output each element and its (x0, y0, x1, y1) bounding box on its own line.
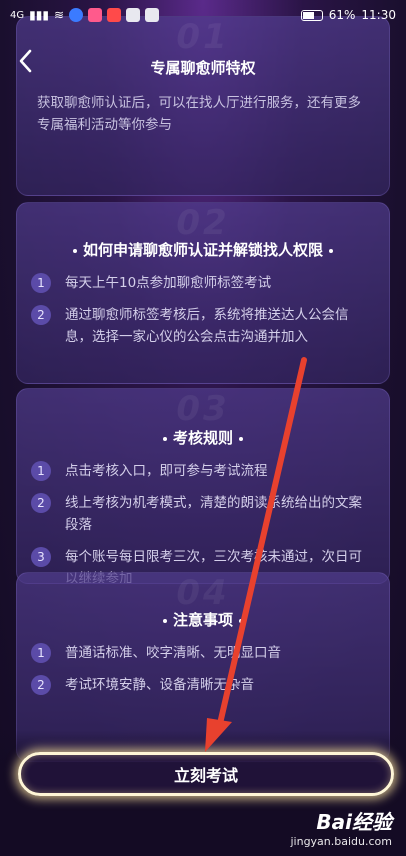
list-item: 2 通过聊愈师标签考核后，系统将推送达人公会信息，选择一家心仪的公会点击沟通并加… (31, 304, 373, 348)
start-exam-button[interactable]: 立刻考试 (18, 752, 394, 796)
card-title-text: 考核规则 (172, 429, 233, 447)
rule-list: 1 点击考核入口，即可参与考试流程 2 线上考核为机考模式，清楚的朗读系统给出的… (17, 460, 389, 583)
step-list: 1 每天上午10点参加聊愈师标签考试 2 通过聊愈师标签考核后，系统将推送达人公… (17, 272, 389, 348)
clock: 11:30 (361, 8, 396, 22)
title-dot-icon (329, 248, 333, 253)
card-title-text: 专属聊愈师特权 (150, 59, 256, 77)
list-item: 1 每天上午10点参加聊愈师标签考试 (31, 272, 373, 294)
card-title: 注意事项 (17, 609, 389, 630)
wifi-icon: ≋ (53, 8, 64, 22)
notification-app-icon (145, 8, 159, 22)
title-dot-icon (239, 436, 243, 441)
step-text: 通过聊愈师标签考核后，系统将推送达人公会信息，选择一家心仪的公会点击沟通并加入 (65, 307, 349, 345)
signal-bars-icon: ▮▮▮ (29, 8, 49, 22)
status-bar: 4G ▮▮▮ ≋ 61% 11:30 (0, 0, 406, 30)
notes-list: 1 普通话标准、咬字清晰、无明显口音 2 考试环境安静、设备清晰无杂音 (17, 642, 389, 696)
watermark: Bai经验 jingyan.baidu.com (290, 806, 392, 848)
card-number: 03 (176, 389, 230, 429)
card-title: 如何申请聊愈师认证并解锁找人权限 (17, 239, 389, 260)
card-title-text: 注意事项 (172, 611, 233, 629)
card-number: 04 (176, 573, 230, 613)
watermark-logo: Bai经验 (316, 810, 392, 834)
step-number-badge: 3 (31, 547, 51, 567)
step-number-badge: 2 (31, 305, 51, 325)
notification-app-icon (107, 8, 121, 22)
battery-icon (300, 9, 323, 21)
battery-percent: 61% (328, 8, 356, 22)
title-dot-icon (162, 436, 167, 441)
chevron-left-icon (19, 49, 32, 73)
step-number-badge: 1 (31, 461, 51, 481)
list-item: 2 考试环境安静、设备清晰无杂音 (31, 674, 373, 696)
title-dot-icon (72, 248, 77, 253)
step-number-badge: 1 (31, 273, 51, 293)
rule-text: 线上考核为机考模式，清楚的朗读系统给出的文案段落 (65, 495, 362, 533)
rule-text: 点击考核入口，即可参与考试流程 (65, 463, 268, 479)
card-how-to-apply: 02 如何申请聊愈师认证并解锁找人权限 1 每天上午10点参加聊愈师标签考试 2… (16, 202, 390, 384)
title-dot-icon (162, 618, 167, 623)
notification-app-icon (69, 8, 83, 22)
step-text: 每天上午10点参加聊愈师标签考试 (65, 275, 272, 291)
step-number-badge: 2 (31, 675, 51, 695)
back-button[interactable] (14, 46, 38, 76)
card-number: 02 (176, 203, 230, 243)
card-title: 考核规则 (17, 427, 389, 448)
title-dot-icon (239, 618, 243, 623)
list-item: 1 普通话标准、咬字清晰、无明显口音 (31, 642, 373, 664)
step-number-badge: 2 (31, 493, 51, 513)
list-item: 1 点击考核入口，即可参与考试流程 (31, 460, 373, 482)
step-number-badge: 1 (31, 643, 51, 663)
notification-app-icon (126, 8, 140, 22)
card-title-text: 如何申请聊愈师认证并解锁找人权限 (82, 241, 323, 259)
list-item: 2 线上考核为机考模式，清楚的朗读系统给出的文案段落 (31, 492, 373, 536)
note-text: 普通话标准、咬字清晰、无明显口音 (65, 645, 281, 661)
card-description: 获取聊愈师认证后，可以在找人厅进行服务，还有更多专属福利活动等你参与 (37, 95, 361, 133)
watermark-url: jingyan.baidu.com (290, 835, 392, 848)
note-text: 考试环境安静、设备清晰无杂音 (65, 677, 254, 693)
card-exam-rules: 03 考核规则 1 点击考核入口，即可参与考试流程 2 线上考核为机考模式，清楚… (16, 388, 390, 584)
card-privileges: 01 专属聊愈师特权 获取聊愈师认证后，可以在找人厅进行服务，还有更多专属福利活… (16, 16, 390, 196)
card-title: 专属聊愈师特权 (17, 57, 389, 78)
notification-app-icon (88, 8, 102, 22)
signal-indicator: 4G (10, 9, 25, 21)
